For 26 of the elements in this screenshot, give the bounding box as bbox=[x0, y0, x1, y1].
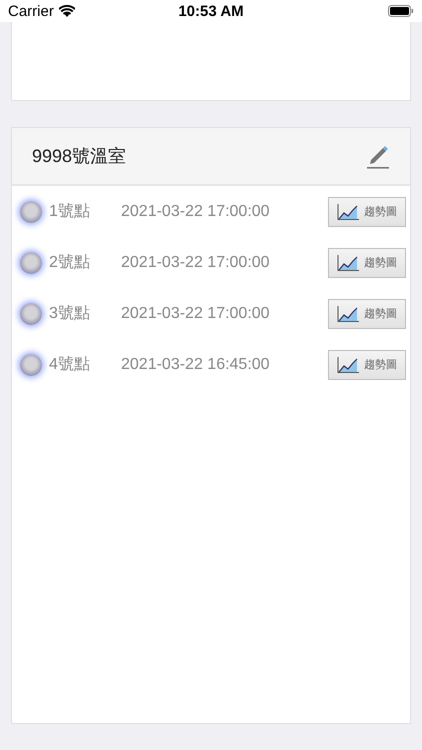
chart-icon bbox=[337, 254, 359, 270]
reading-time: 2021-03-22 17:00:00 bbox=[121, 304, 271, 322]
point-name: 4號點 bbox=[49, 355, 91, 375]
trend-chart-button[interactable]: 趨勢圖 bbox=[328, 350, 406, 380]
point-name: 1號點 bbox=[49, 202, 91, 222]
chart-icon bbox=[337, 356, 359, 372]
status-dot bbox=[20, 302, 42, 324]
status-dot bbox=[20, 354, 42, 376]
point-name: 2號點 bbox=[49, 253, 91, 273]
clock-time: 10:53 AM bbox=[178, 2, 244, 20]
reading-time: 2021-03-22 16:45:00 bbox=[121, 356, 271, 374]
reading-time: 2021-03-22 17:00:00 bbox=[121, 202, 271, 220]
battery-icon bbox=[388, 5, 414, 17]
chart-icon bbox=[337, 204, 359, 220]
reading-time: 2021-03-22 17:00:00 bbox=[121, 254, 271, 272]
status-dot bbox=[20, 252, 42, 274]
trend-chart-button[interactable]: 趨勢圖 bbox=[328, 298, 406, 328]
carrier-name: Carrier bbox=[8, 2, 54, 20]
trend-chart-button[interactable]: 趨勢圖 bbox=[328, 196, 406, 226]
chart-icon bbox=[337, 306, 359, 322]
greenhouse-title: 9998號溫室 bbox=[32, 145, 126, 168]
pencil-icon[interactable] bbox=[366, 143, 390, 169]
point-name: 3號點 bbox=[49, 304, 91, 324]
status-dot bbox=[20, 200, 42, 222]
wifi-icon bbox=[58, 5, 75, 17]
trend-chart-button[interactable]: 趨勢圖 bbox=[328, 248, 406, 278]
